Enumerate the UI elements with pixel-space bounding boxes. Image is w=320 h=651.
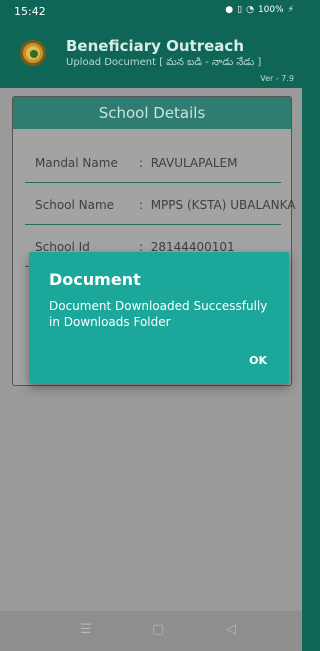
mandal-name-value: : RAVULAPALEM [139, 156, 238, 170]
back-icon[interactable]: ◁ [226, 622, 236, 637]
app-version: Ver - 7.9 [260, 74, 294, 83]
emblem-logo-icon [20, 40, 46, 66]
app-title: Beneficiary Outreach [66, 37, 244, 55]
battery-icon: ⚡ [287, 5, 294, 15]
dialog-message: Document Downloaded Successfully in Down… [49, 299, 268, 329]
system-nav-bar: ☰ ▢ ◁ [0, 611, 302, 651]
status-icons: ● ▯ ◔ 100% ⚡ [225, 5, 294, 15]
ok-button[interactable]: OK [245, 352, 271, 369]
recent-apps-icon[interactable]: ☰ [80, 622, 92, 637]
vibrate-icon: ▯ [237, 5, 243, 15]
wifi-icon: ◔ [246, 5, 254, 15]
school-name-value: : MPPS (KSTA) UBALANKA [139, 198, 296, 212]
status-time: 15:42 [14, 5, 46, 18]
app-header: Beneficiary Outreach Upload Document [ మ… [0, 24, 302, 88]
battery-label: 100% [257, 5, 284, 15]
app-subtitle: Upload Document [ మన బడి - నాడు నేడు ] [66, 57, 262, 68]
dialog-title: Document [49, 270, 141, 289]
home-icon[interactable]: ▢ [152, 622, 164, 637]
card-title: School Details [13, 97, 291, 129]
detail-row-mandal: Mandal Name : RAVULAPALEM [25, 143, 281, 183]
school-name-label: School Name [35, 198, 115, 212]
mandal-name-label: Mandal Name [35, 156, 118, 170]
detail-row-school-name: School Name : MPPS (KSTA) UBALANKA [25, 185, 295, 225]
location-icon: ● [225, 5, 234, 15]
download-dialog: Document Document Downloaded Successfull… [29, 252, 289, 384]
status-bar: 15:42 ● ▯ ◔ 100% ⚡ [0, 0, 302, 24]
